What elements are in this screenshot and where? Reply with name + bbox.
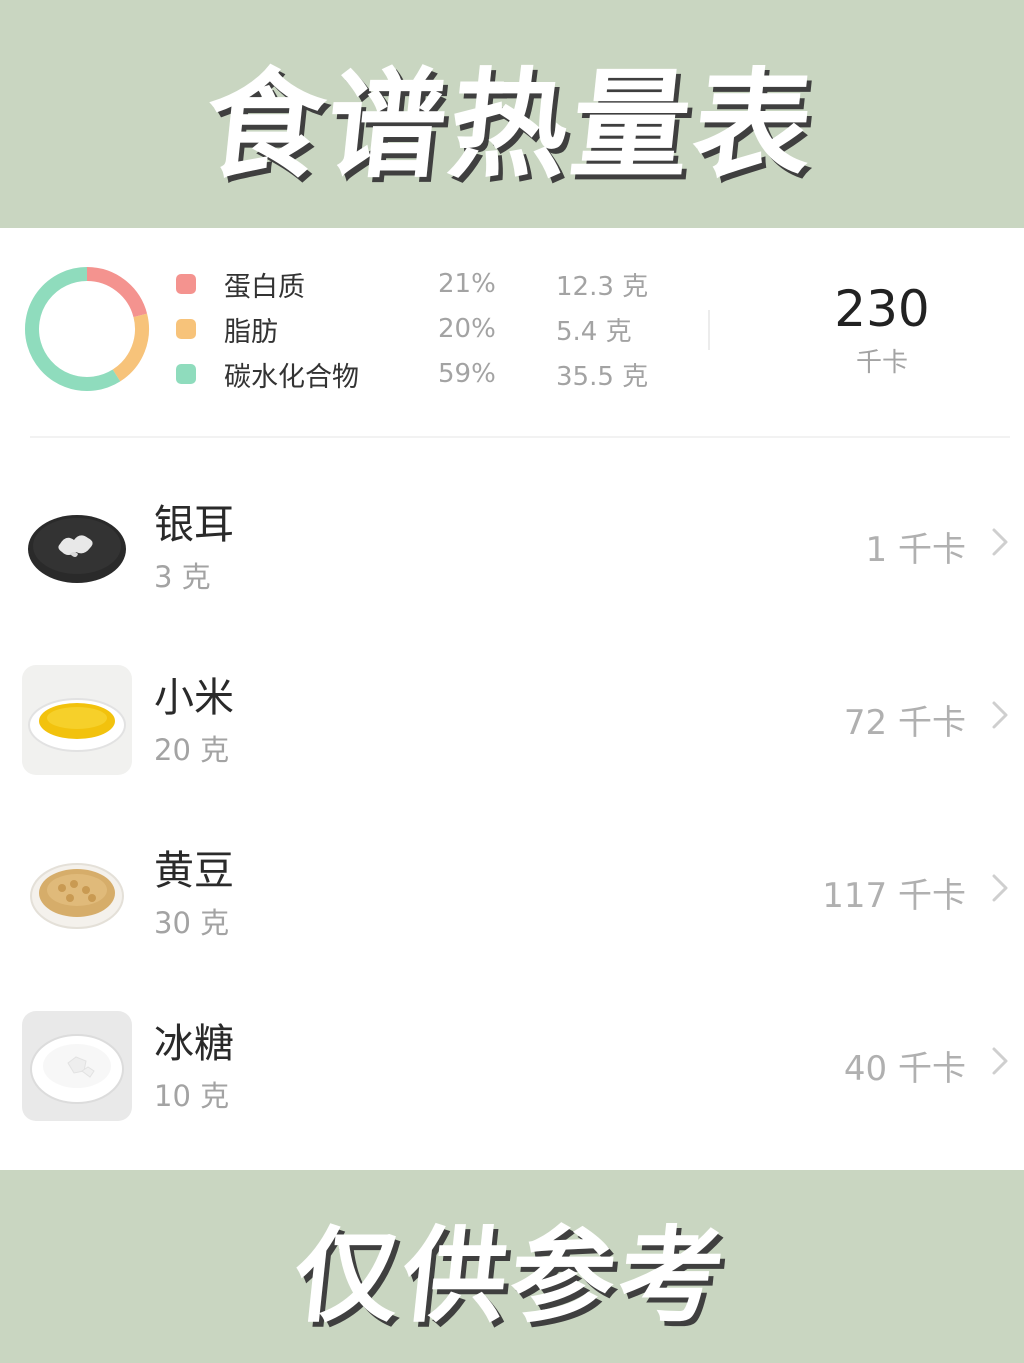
ingredient-row[interactable]: 黄豆 30 克 117 千卡: [0, 838, 1024, 950]
protein-label: 蛋白质: [224, 271, 305, 303]
ingredient-quantity: 30 克: [154, 906, 230, 940]
nutrition-summary: 蛋白质 21% 12.3 克 脂肪 20% 5.4 克 碳水化合物 59% 35…: [0, 228, 1024, 438]
ingredient-name: 黄豆: [154, 848, 234, 894]
ingredient-name: 银耳: [154, 502, 234, 548]
macro-row-carbs: 碳水化合物 59% 35.5 克: [176, 354, 696, 394]
ingredient-calories: 72 千卡: [843, 703, 966, 743]
chevron-right-icon[interactable]: [988, 1041, 1012, 1081]
chevron-right-icon[interactable]: [988, 868, 1012, 908]
donut-segment-fat: [112, 313, 149, 382]
ingredient-row[interactable]: 小米 20 克 72 千卡: [0, 665, 1024, 777]
soybean-plate-icon: [22, 838, 132, 948]
ingredient-quantity: 20 克: [154, 733, 230, 767]
millet-plate-icon: [22, 665, 132, 775]
total-calories-value: 230: [834, 280, 930, 338]
section-divider: [30, 436, 1010, 438]
carbs-amount: 35.5 克: [556, 361, 649, 392]
carbs-percent: 59%: [438, 359, 496, 389]
carbs-label: 碳水化合物: [224, 361, 359, 393]
ingredient-quantity: 3 克: [154, 560, 211, 594]
fat-amount: 5.4 克: [556, 316, 632, 347]
chevron-right-icon[interactable]: [988, 522, 1012, 562]
title-banner: 食谱热量表: [0, 0, 1024, 228]
white-fungus-plate-icon: [22, 492, 132, 602]
disclaimer-text: 仅供参考: [288, 1215, 734, 1337]
fat-color-dot: [176, 319, 196, 339]
ingredient-name: 小米: [154, 675, 234, 721]
macro-row-protein: 蛋白质 21% 12.3 克: [176, 264, 696, 304]
ingredient-row[interactable]: 银耳 3 克 1 千卡: [0, 492, 1024, 604]
fat-percent: 20%: [438, 314, 496, 344]
carbs-color-dot: [176, 364, 196, 384]
ingredient-calories: 40 千卡: [843, 1049, 966, 1089]
ingredient-row[interactable]: 冰糖 10 克 40 千卡: [0, 1011, 1024, 1123]
donut-segment-protein: [86, 267, 148, 318]
page-title: 食谱热量表: [198, 55, 824, 194]
protein-color-dot: [176, 274, 196, 294]
ingredient-name: 冰糖: [154, 1021, 234, 1067]
ingredient-quantity: 10 克: [154, 1079, 230, 1113]
fat-label: 脂肪: [224, 316, 278, 348]
summary-divider: [708, 310, 710, 350]
donut-segment-carbs: [25, 267, 121, 391]
protein-amount: 12.3 克: [556, 271, 649, 302]
protein-percent: 21%: [438, 269, 496, 299]
ingredient-calories: 1 千卡: [865, 530, 966, 570]
ingredient-calories: 117 千卡: [822, 876, 966, 916]
total-calories-unit: 千卡: [855, 348, 908, 378]
footer-banner: 仅供参考: [0, 1170, 1024, 1363]
macro-row-fat: 脂肪 20% 5.4 克: [176, 309, 696, 349]
rock-sugar-plate-icon: [22, 1011, 132, 1121]
chevron-right-icon[interactable]: [988, 695, 1012, 735]
nutrition-card: 蛋白质 21% 12.3 克 脂肪 20% 5.4 克 碳水化合物 59% 35…: [0, 228, 1024, 1170]
macro-donut-chart: [25, 267, 149, 391]
